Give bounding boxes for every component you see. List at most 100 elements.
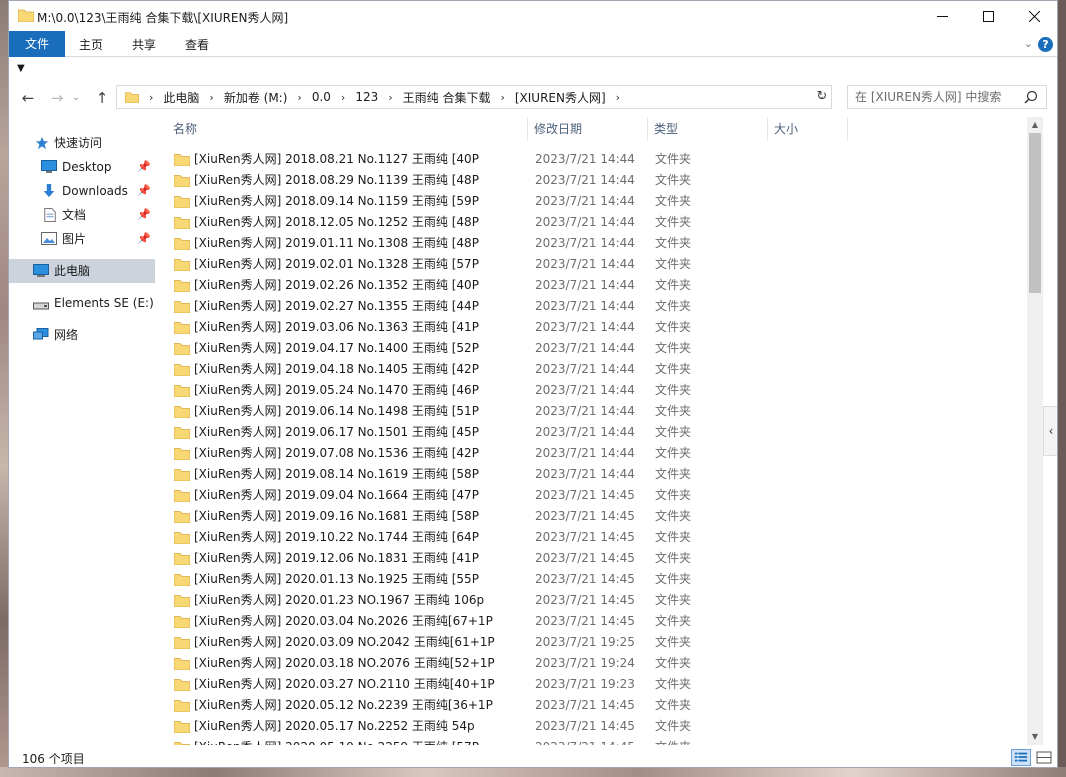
table-row[interactable]: [XiuRen秀人网] 2020.05.19 No.2259 王雨纯 [57P 2…: [159, 737, 1029, 745]
table-row[interactable]: [XiuRen秀人网] 2019.02.01 No.1328 王雨纯 [57P 2…: [159, 254, 1029, 275]
table-row[interactable]: [XiuRen秀人网] 2019.09.16 No.1681 王雨纯 [58P 2…: [159, 506, 1029, 527]
large-icons-view-icon[interactable]: [1035, 749, 1053, 766]
sidebar-item-network[interactable]: 网络: [9, 323, 155, 347]
breadcrumb-separator-icon[interactable]: ›: [293, 91, 305, 104]
tab-share[interactable]: 共享: [124, 33, 164, 57]
table-row[interactable]: [XiuRen秀人网] 2019.08.14 No.1619 王雨纯 [58P 2…: [159, 464, 1029, 485]
table-row[interactable]: [XiuRen秀人网] 2018.09.14 No.1159 王雨纯 [59P 2…: [159, 191, 1029, 212]
back-arrow-icon[interactable]: ←: [17, 88, 39, 108]
breadcrumb-separator-icon[interactable]: ›: [337, 91, 349, 104]
pin-icon[interactable]: 📌: [137, 203, 151, 227]
help-icon[interactable]: ?: [1038, 37, 1053, 52]
breadcrumb-this-pc[interactable]: 此电脑: [157, 89, 205, 106]
forward-arrow-icon[interactable]: →: [46, 88, 68, 108]
breadcrumb-separator-icon[interactable]: ›: [145, 91, 157, 104]
search-input[interactable]: 在 [XIUREN秀人网] 中搜索: [847, 85, 1047, 109]
title-bar[interactable]: M:\0.0\123\王雨纯 合集下载\[XIUREN秀人网]: [9, 1, 1057, 31]
sidebar-item-pictures[interactable]: 图片 📌: [9, 227, 155, 251]
recent-locations-chevron-icon[interactable]: ⌄: [69, 88, 83, 108]
table-row[interactable]: [XiuRen秀人网] 2019.06.14 No.1498 王雨纯 [51P 2…: [159, 401, 1029, 422]
table-row[interactable]: [XiuRen秀人网] 2019.12.06 No.1831 王雨纯 [41P 2…: [159, 548, 1029, 569]
window-title: M:\0.0\123\王雨纯 合集下载\[XIUREN秀人网]: [37, 11, 289, 25]
breadcrumb-volume[interactable]: 新加卷 (M:): [218, 89, 294, 106]
minimize-button[interactable]: [919, 1, 965, 31]
address-bar[interactable]: › 此电脑 › 新加卷 (M:) › 0.0 › 123 › 王雨纯 合集下载 …: [116, 85, 832, 109]
folder-icon: [18, 9, 34, 22]
tab-home[interactable]: 主页: [71, 33, 111, 57]
search-icon[interactable]: [1024, 90, 1038, 104]
table-row[interactable]: [XiuRen秀人网] 2020.03.27 NO.2110 王雨纯[40+1P…: [159, 674, 1029, 695]
breadcrumb-123[interactable]: 123: [349, 90, 384, 104]
column-header-size[interactable]: 大小: [768, 117, 848, 141]
table-row[interactable]: [XiuRen秀人网] 2020.03.04 No.2026 王雨纯[67+1P…: [159, 611, 1029, 632]
customize-toolbar-dropdown-icon[interactable]: ▼: [17, 63, 25, 74]
maximize-button[interactable]: [965, 1, 1011, 31]
sidebar-item-desktop[interactable]: Desktop 📌: [9, 155, 155, 179]
breadcrumb-separator-icon[interactable]: ›: [612, 91, 624, 104]
table-row[interactable]: [XiuRen秀人网] 2020.01.13 No.1925 王雨纯 [55P 2…: [159, 569, 1029, 590]
table-row[interactable]: [XiuRen秀人网] 2020.03.09 NO.2042 王雨纯[61+1P…: [159, 632, 1029, 653]
up-arrow-icon[interactable]: ↑: [91, 88, 113, 108]
file-name: [XiuRen秀人网] 2019.06.14 No.1498 王雨纯 [51P: [194, 404, 479, 418]
file-date: 2023/7/21 14:45: [535, 593, 635, 607]
folder-icon: [174, 469, 190, 481]
vertical-scrollbar[interactable]: ▲ ▼: [1027, 117, 1043, 745]
breadcrumb-collection[interactable]: 王雨纯 合集下载: [397, 89, 497, 106]
scrollbar-thumb[interactable]: [1029, 133, 1041, 293]
column-header-type[interactable]: 类型: [648, 117, 768, 141]
table-row[interactable]: [XiuRen秀人网] 2020.05.17 No.2252 王雨纯 54p 20…: [159, 716, 1029, 737]
table-row[interactable]: [XiuRen秀人网] 2019.05.24 No.1470 王雨纯 [46P 2…: [159, 380, 1029, 401]
file-date: 2023/7/21 14:44: [535, 404, 635, 418]
table-row[interactable]: [XiuRen秀人网] 2019.06.17 No.1501 王雨纯 [45P 2…: [159, 422, 1029, 443]
table-row[interactable]: [XiuRen秀人网] 2020.05.12 No.2239 王雨纯[36+1P…: [159, 695, 1029, 716]
breadcrumb-current-folder[interactable]: [XIUREN秀人网]: [509, 89, 612, 106]
table-row[interactable]: [XiuRen秀人网] 2018.12.05 No.1252 王雨纯 [48P 2…: [159, 212, 1029, 233]
scroll-down-arrow-icon[interactable]: ▼: [1027, 729, 1043, 745]
table-row[interactable]: [XiuRen秀人网] 2019.04.18 No.1405 王雨纯 [42P 2…: [159, 359, 1029, 380]
table-row[interactable]: [XiuRen秀人网] 2019.02.27 No.1355 王雨纯 [44P 2…: [159, 296, 1029, 317]
pin-icon[interactable]: 📌: [137, 227, 151, 251]
folder-icon: [174, 658, 190, 670]
sidebar-item-quick-access[interactable]: 快速访问: [9, 131, 155, 155]
details-view-icon[interactable]: [1011, 749, 1031, 766]
file-date: 2023/7/21 14:45: [535, 509, 635, 523]
table-row[interactable]: [XiuRen秀人网] 2019.09.04 No.1664 王雨纯 [47P 2…: [159, 485, 1029, 506]
close-button[interactable]: [1011, 1, 1057, 31]
sidebar-item-downloads[interactable]: Downloads 📌: [9, 179, 155, 203]
table-row[interactable]: [XiuRen秀人网] 2019.07.08 No.1536 王雨纯 [42P 2…: [159, 443, 1029, 464]
tab-view[interactable]: 查看: [177, 33, 217, 57]
column-header-name[interactable]: 名称: [167, 117, 528, 141]
pin-icon[interactable]: 📌: [137, 179, 151, 203]
breadcrumb-separator-icon[interactable]: ›: [205, 91, 217, 104]
folder-icon: [174, 448, 190, 460]
expand-ribbon-chevron-icon[interactable]: ⌄: [1024, 37, 1033, 50]
table-row[interactable]: [XiuRen秀人网] 2019.04.17 No.1400 王雨纯 [52P 2…: [159, 338, 1029, 359]
table-row[interactable]: [XiuRen秀人网] 2020.03.18 NO.2076 王雨纯[52+1P…: [159, 653, 1029, 674]
folder-icon: [174, 679, 190, 691]
file-date: 2023/7/21 14:44: [535, 341, 635, 355]
tab-file[interactable]: 文件: [9, 31, 65, 57]
table-row[interactable]: [XiuRen秀人网] 2019.01.11 No.1308 王雨纯 [48P 2…: [159, 233, 1029, 254]
table-row[interactable]: [XiuRen秀人网] 2018.08.29 No.1139 王雨纯 [48P 2…: [159, 170, 1029, 191]
table-row[interactable]: [XiuRen秀人网] 2019.10.22 No.1744 王雨纯 [64P 2…: [159, 527, 1029, 548]
network-icon: [33, 328, 49, 340]
sidebar-item-elements-drive[interactable]: Elements SE (E:): [9, 291, 155, 315]
table-row[interactable]: [XiuRen秀人网] 2020.01.23 NO.1967 王雨纯 106p 2…: [159, 590, 1029, 611]
column-header-date[interactable]: 修改日期: [528, 117, 648, 141]
file-name: [XiuRen秀人网] 2018.08.29 No.1139 王雨纯 [48P: [194, 173, 479, 187]
breadcrumb-separator-icon[interactable]: ›: [384, 91, 396, 104]
table-row[interactable]: [XiuRen秀人网] 2019.03.06 No.1363 王雨纯 [41P 2…: [159, 317, 1029, 338]
refresh-icon[interactable]: ↻: [812, 86, 832, 108]
sidebar-item-this-pc[interactable]: 此电脑: [9, 259, 155, 283]
sidebar-item-documents[interactable]: 文档 📌: [9, 203, 155, 227]
scroll-up-arrow-icon[interactable]: ▲: [1027, 117, 1043, 133]
preview-pane-toggle-chevron-icon[interactable]: ‹: [1043, 406, 1057, 456]
file-type: 文件夹: [655, 698, 692, 712]
pin-icon[interactable]: 📌: [137, 155, 151, 179]
file-date: 2023/7/21 14:45: [535, 737, 635, 745]
breadcrumb-0-0[interactable]: 0.0: [306, 90, 337, 104]
table-row[interactable]: [XiuRen秀人网] 2018.08.21 No.1127 王雨纯 [40P 2…: [159, 149, 1029, 170]
file-type: 文件夹: [655, 236, 692, 250]
breadcrumb-separator-icon[interactable]: ›: [496, 91, 508, 104]
table-row[interactable]: [XiuRen秀人网] 2019.02.26 No.1352 王雨纯 [40P 2…: [159, 275, 1029, 296]
